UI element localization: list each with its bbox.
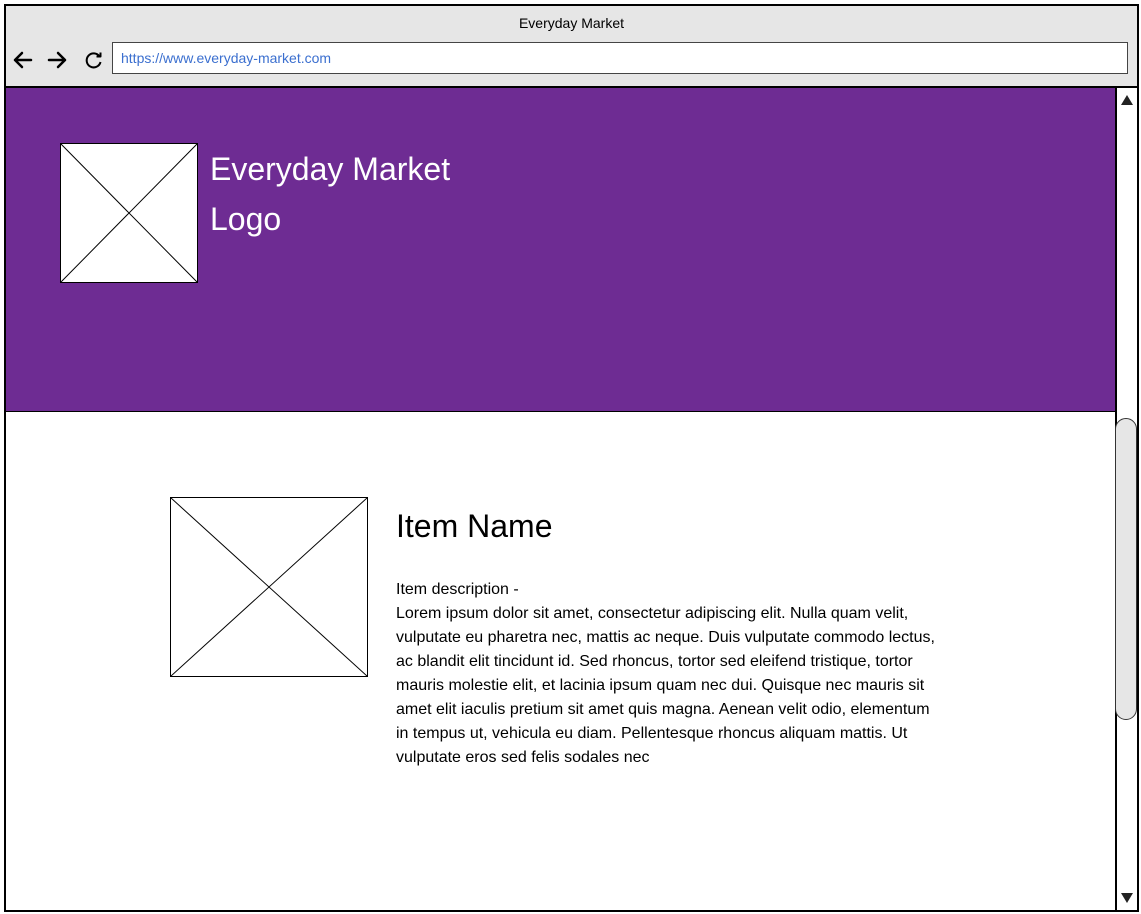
reload-icon[interactable] bbox=[82, 48, 106, 72]
item-description-text: Lorem ipsum dolor sit amet, consectetur … bbox=[396, 605, 935, 766]
triangle-up-icon[interactable] bbox=[1117, 90, 1137, 110]
site-header: Everyday Market Logo bbox=[6, 88, 1115, 412]
browser-toolbar: https://www.everyday-market.com bbox=[6, 40, 1137, 88]
page-viewport: Everyday Market Logo Item Name Item desc… bbox=[6, 88, 1115, 910]
logo-text: Everyday Market Logo bbox=[210, 144, 530, 244]
item-image-placeholder bbox=[170, 497, 368, 677]
scrollbar-thumb[interactable] bbox=[1115, 418, 1137, 720]
triangle-down-icon[interactable] bbox=[1117, 888, 1137, 908]
item-description-label: Item description - bbox=[396, 581, 519, 598]
back-arrow-icon[interactable] bbox=[10, 48, 34, 72]
logo-image-placeholder bbox=[60, 143, 198, 283]
logo-text-line2: Logo bbox=[210, 201, 282, 237]
forward-arrow-icon[interactable] bbox=[46, 48, 70, 72]
item-name: Item Name bbox=[396, 508, 553, 544]
address-bar[interactable]: https://www.everyday-market.com bbox=[112, 42, 1128, 74]
vertical-scrollbar[interactable] bbox=[1115, 88, 1137, 910]
browser-window: Everyday Market https://www.everyday-mar… bbox=[4, 4, 1139, 912]
item-description: Item description - Lorem ipsum dolor sit… bbox=[396, 578, 946, 770]
window-title: Everyday Market bbox=[6, 6, 1137, 40]
logo-text-line1: Everyday Market bbox=[210, 151, 451, 187]
